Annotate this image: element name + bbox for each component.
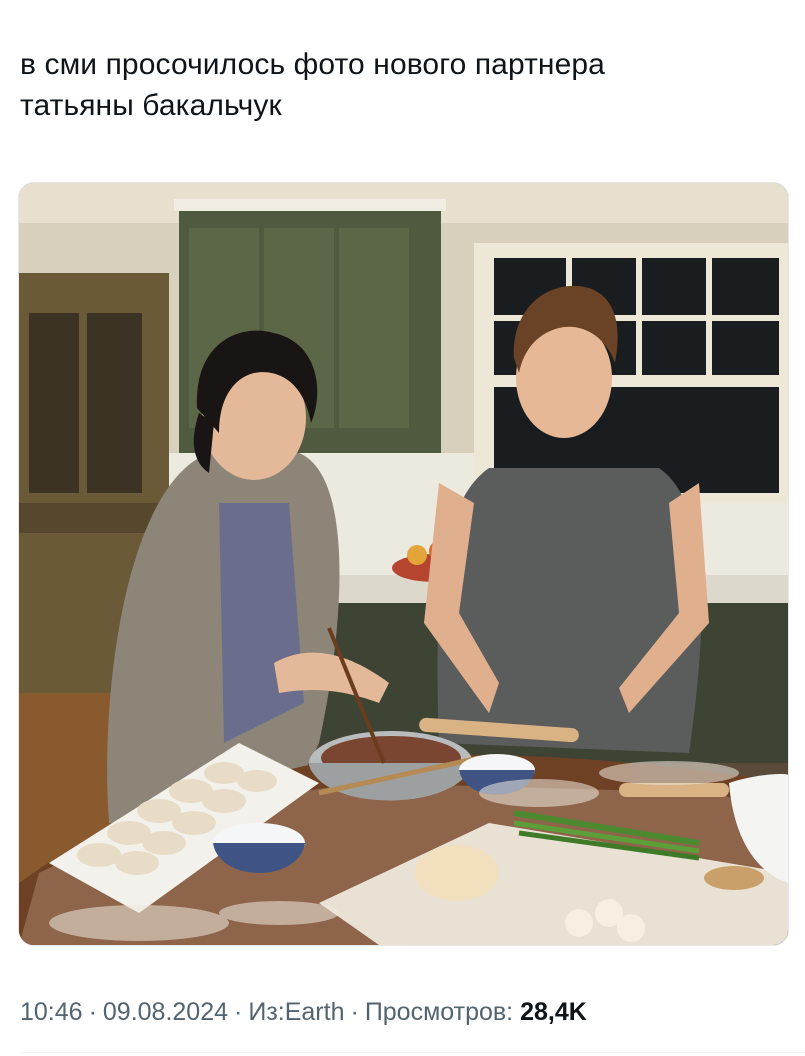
hutch-glass-door (29, 313, 79, 493)
tweet-text-line: татьяны бакальчук (20, 89, 282, 122)
views-label: Просмотров: (364, 998, 514, 1026)
kitchen-photo-illustration (19, 183, 788, 945)
tweet-time[interactable]: 10:46 (20, 998, 83, 1026)
tweet-text: в сми просочилось фото нового партнера т… (20, 44, 780, 126)
dough-ball (415, 845, 499, 901)
rolling-pin (619, 783, 729, 797)
tweet-photo[interactable] (18, 182, 789, 946)
hutch-glass-door (87, 313, 142, 493)
tweet-source: Из:Earth (248, 998, 345, 1026)
tweet-date[interactable]: 09.08.2024 (103, 998, 228, 1026)
tweet: в сми просочилось фото нового партнера т… (0, 0, 805, 1056)
meta-separator: · (88, 998, 97, 1026)
tweet-meta: 10:46 · 09.08.2024 · Из:Earth · Просмотров: 28… (20, 996, 587, 1028)
tweet-text-line: в сми просочилось фото нового партнера (20, 48, 605, 81)
meta-separator: · (234, 998, 243, 1026)
views-count[interactable]: 28,4K (520, 998, 587, 1026)
divider (20, 1052, 805, 1053)
ginger (704, 866, 764, 890)
meta-separator: · (350, 998, 359, 1026)
